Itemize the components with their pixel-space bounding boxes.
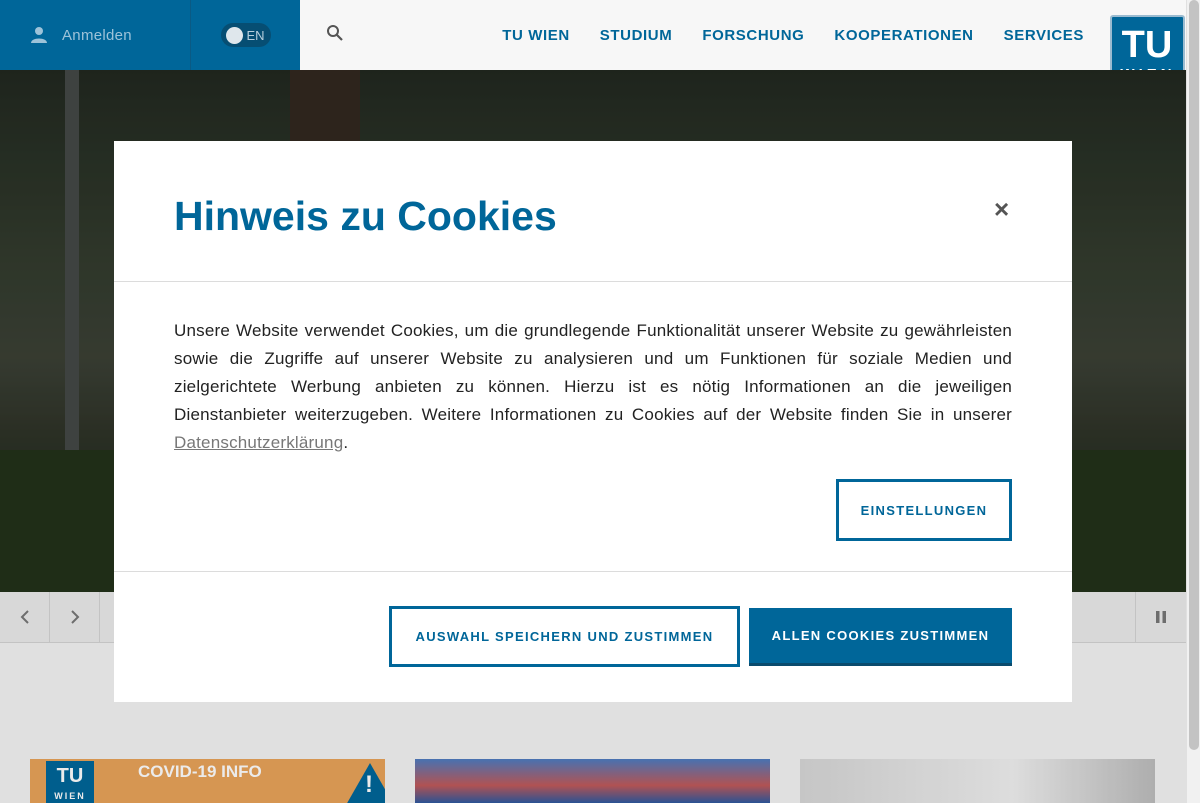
cookie-dialog-text: Unsere Website verwendet Cookies, um die… [174, 317, 1012, 457]
nav-item-services[interactable]: SERVICES [1004, 27, 1084, 44]
slider-next-button[interactable] [50, 592, 100, 642]
chevron-right-icon [70, 610, 79, 624]
covid-card-logo: TU WIEN [46, 761, 94, 803]
cookie-text-end: . [343, 433, 349, 452]
news-card-covid[interactable]: TU WIEN COVID-19 INFO ! [30, 759, 385, 803]
cookie-dialog: Hinweis zu Cookies × Unsere Website verw… [114, 141, 1072, 702]
nav-item-studium[interactable]: STUDIUM [600, 27, 673, 44]
covid-card-logo-wien: WIEN [54, 791, 86, 801]
main-nav: TU WIEN STUDIUM FORSCHUNG KOOPERATIONEN … [502, 0, 1084, 70]
search-icon[interactable] [326, 24, 344, 42]
nav-item-tu-wien[interactable]: TU WIEN [502, 27, 570, 44]
language-toggle[interactable]: EN [220, 23, 271, 47]
news-card-team[interactable] [800, 759, 1155, 803]
chevron-left-icon [20, 610, 29, 624]
pause-icon [1156, 611, 1166, 623]
save-selection-button[interactable]: AUSWAHL SPEICHERN UND ZUSTIMMEN [389, 606, 740, 667]
slider-prev-button[interactable] [0, 592, 50, 642]
language-switch-area: EN [190, 0, 300, 70]
nav-item-forschung[interactable]: FORSCHUNG [702, 27, 804, 44]
covid-card-logo-tu: TU [56, 765, 84, 787]
cookie-text-body: Unsere Website verwendet Cookies, um die… [174, 321, 1012, 424]
nav-item-kooperationen[interactable]: KOOPERATIONEN [834, 27, 973, 44]
page-scrollbar[interactable] [1186, 0, 1200, 803]
privacy-policy-link[interactable]: Datenschutzerklärung [174, 433, 343, 452]
accept-all-cookies-button[interactable]: ALLEN COOKIES ZUSTIMMEN [749, 608, 1012, 666]
settings-button[interactable]: EINSTELLUNGEN [836, 479, 1012, 541]
covid-card-title: COVID-19 INFO [138, 762, 262, 781]
language-toggle-knob [225, 26, 243, 44]
language-label: EN [246, 27, 265, 43]
site-header: Anmelden EN TU WIEN STUDIUM FORSCHUNG KO… [0, 0, 1200, 89]
login-button[interactable]: Anmelden [0, 0, 190, 70]
logo-text-tu: TU [1122, 24, 1173, 66]
login-label: Anmelden [62, 26, 132, 44]
cookie-dialog-title: Hinweis zu Cookies [174, 193, 557, 239]
scrollbar-thumb[interactable] [1189, 0, 1199, 750]
user-icon [31, 27, 47, 43]
divider [114, 571, 1072, 572]
close-icon[interactable]: × [994, 196, 1009, 222]
news-card-network[interactable] [415, 759, 770, 803]
slider-pause-button[interactable] [1135, 592, 1186, 642]
divider [114, 281, 1072, 282]
warning-mark: ! [365, 771, 373, 798]
